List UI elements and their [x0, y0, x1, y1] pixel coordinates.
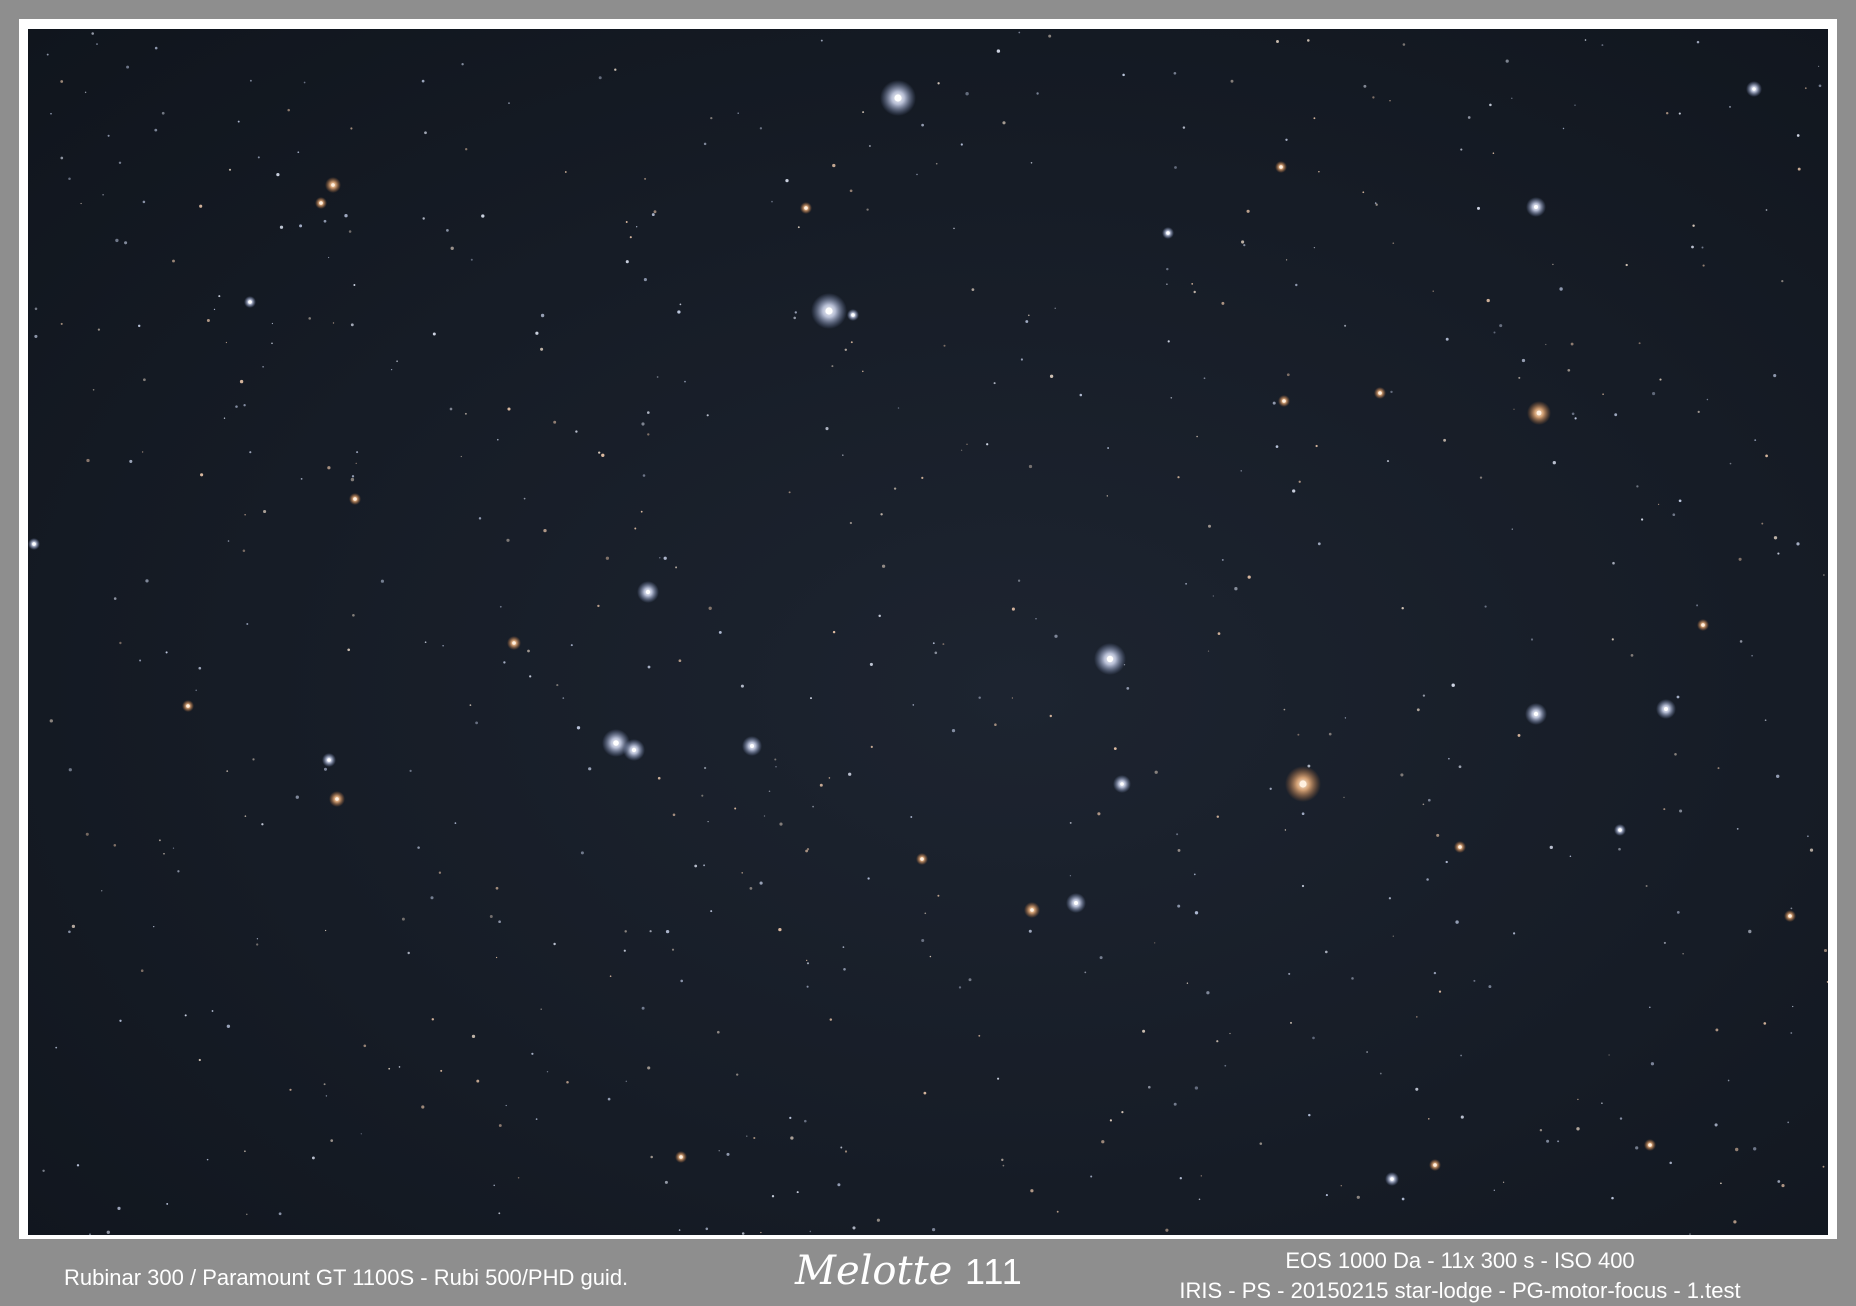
- exposure-caption-line1: EOS 1000 Da - 11x 300 s - ISO 400: [1285, 1248, 1635, 1273]
- object-title: Melotte 111: [795, 1248, 1023, 1294]
- equipment-caption: Rubinar 300 / Paramount GT 1100S - Rubi …: [64, 1265, 629, 1290]
- object-title-script: Melotte: [795, 1248, 953, 1294]
- object-title-number: 111: [965, 1251, 1023, 1292]
- exposure-caption-line2: IRIS - PS - 20150215 star-lodge - PG-mot…: [1179, 1278, 1741, 1303]
- exposure-caption: EOS 1000 Da - 11x 300 s - ISO 400 IRIS -…: [1150, 1246, 1770, 1306]
- star-field-svg: [28, 31, 1828, 1235]
- star-field-image: [28, 29, 1828, 1235]
